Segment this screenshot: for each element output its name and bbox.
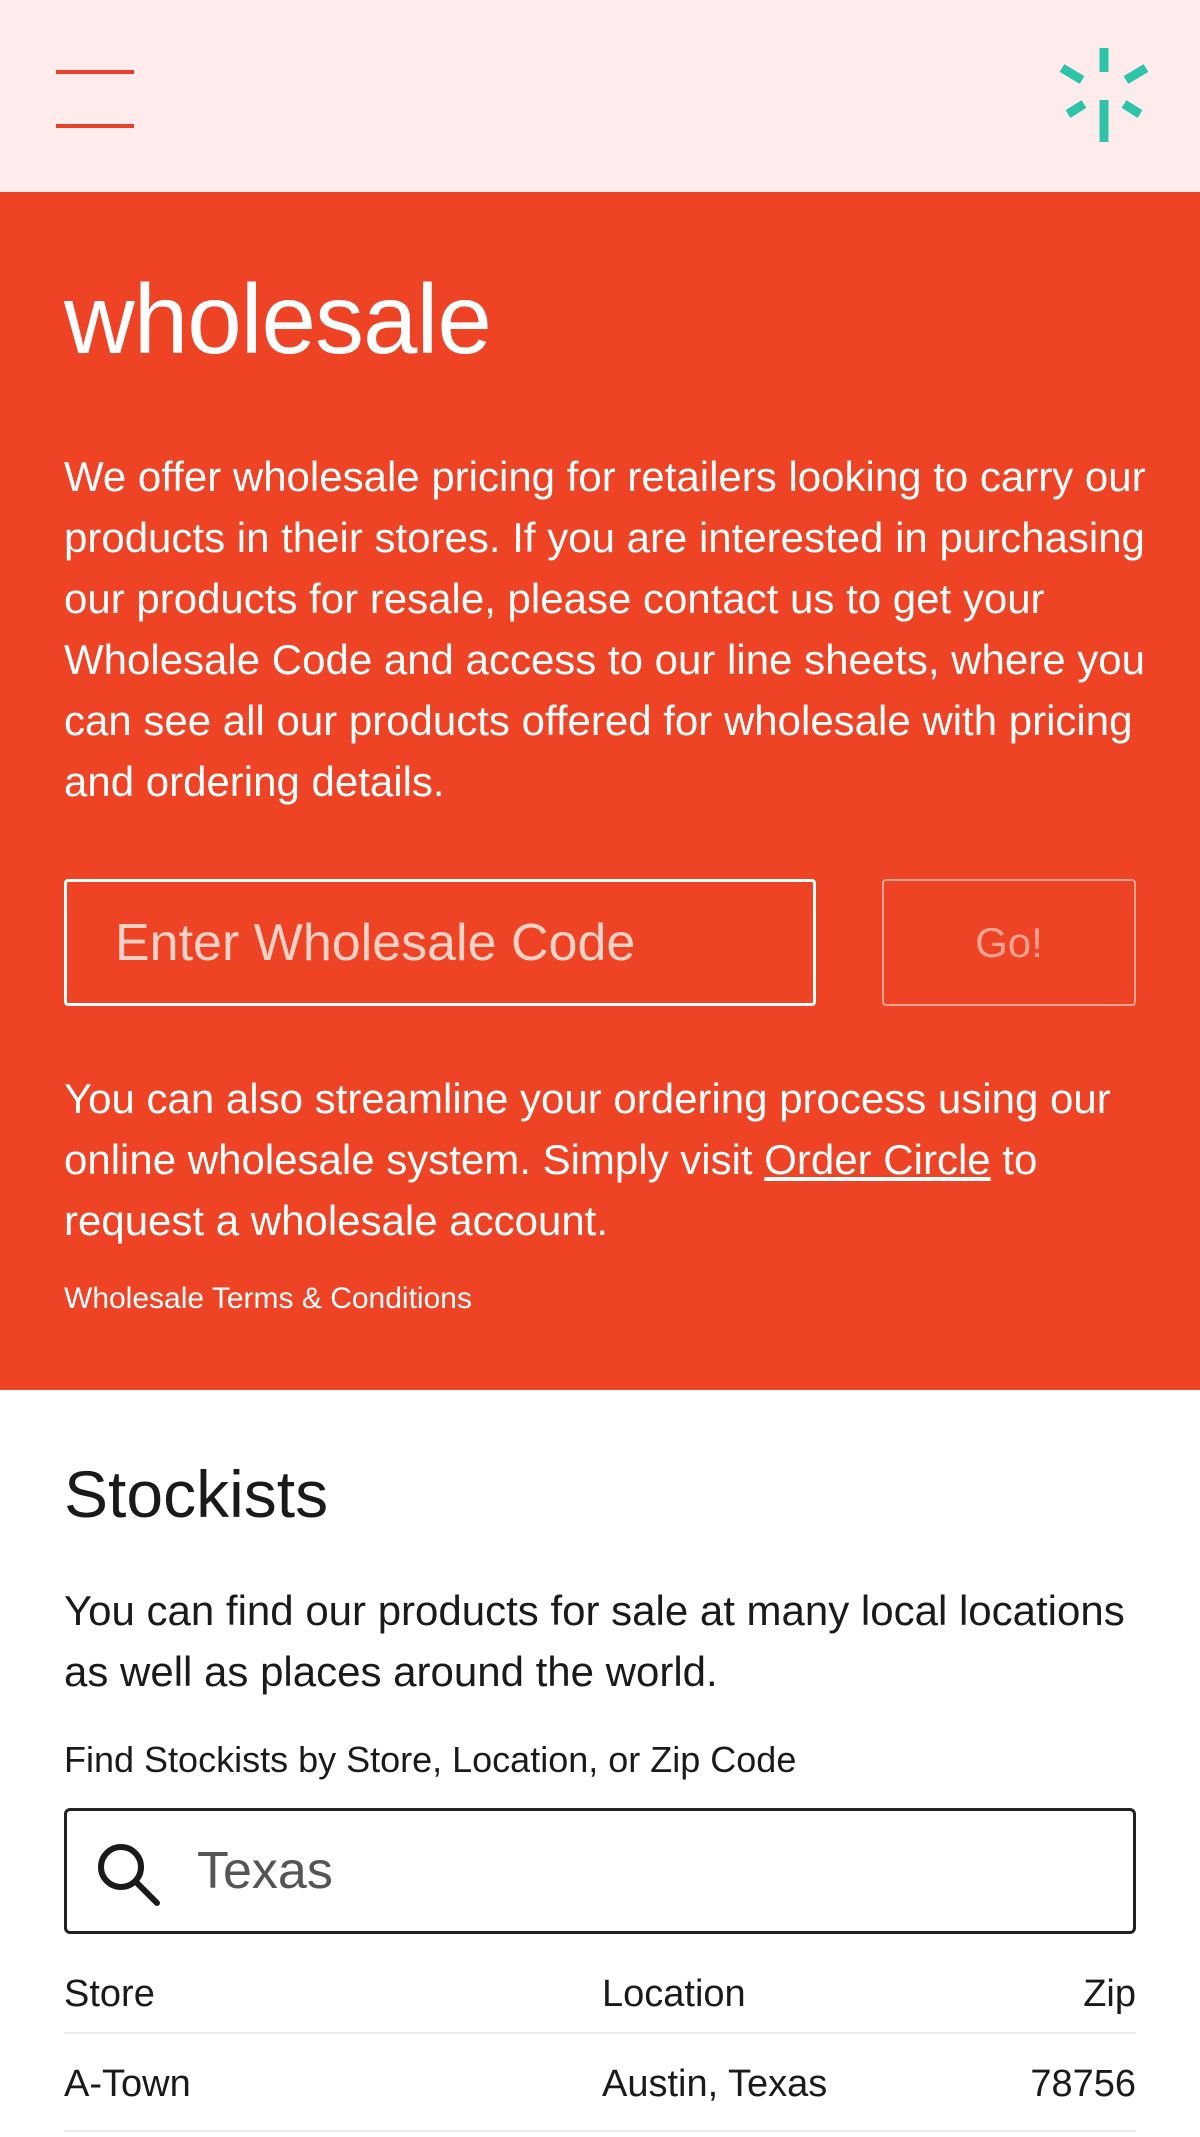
hamburger-menu-icon[interactable]	[56, 70, 134, 128]
wholesale-code-input[interactable]	[64, 879, 816, 1006]
row-zip: 78756	[1030, 2063, 1136, 2105]
top-navigation-bar	[0, 0, 1200, 192]
table-row: A-Town Austin, Texas 78756	[64, 2036, 1136, 2132]
stockist-table-header: Store Location Zip	[64, 1954, 1136, 2034]
stockists-description: You can find our products for sale at ma…	[64, 1587, 1125, 1695]
go-button[interactable]: Go!	[882, 879, 1136, 1006]
wholesale-title: wholesale	[64, 264, 492, 374]
column-header-zip: Zip	[1083, 1973, 1136, 2015]
stockists-title: Stockists	[64, 1457, 329, 1531]
menu-line-top	[56, 70, 134, 74]
stockist-search-box[interactable]	[64, 1808, 1136, 1934]
order-circle-paragraph: You can also streamline your ordering pr…	[64, 1068, 1154, 1251]
menu-line-bottom	[56, 124, 134, 128]
order-circle-link[interactable]: Order Circle	[764, 1136, 990, 1183]
row-location: Austin, Texas	[602, 2063, 828, 2105]
column-header-location: Location	[602, 1973, 746, 2015]
search-icon	[98, 1844, 160, 1906]
column-header-store: Store	[64, 1973, 155, 2015]
wholesale-description: We offer wholesale pricing for retailers…	[64, 453, 1146, 805]
wholesale-terms-link[interactable]: Wholesale Terms & Conditions	[64, 1280, 472, 1318]
starburst-logo-icon[interactable]	[1058, 46, 1150, 146]
stockists-section: Stockists You can find our products for …	[0, 1390, 1200, 2137]
wholesale-section: wholesale We offer wholesale pricing for…	[0, 192, 1200, 1390]
row-store: A-Town	[64, 2063, 191, 2105]
stockist-search-label: Find Stockists by Store, Location, or Zi…	[64, 1739, 797, 1780]
stockist-search-input[interactable]	[197, 1829, 1097, 1913]
